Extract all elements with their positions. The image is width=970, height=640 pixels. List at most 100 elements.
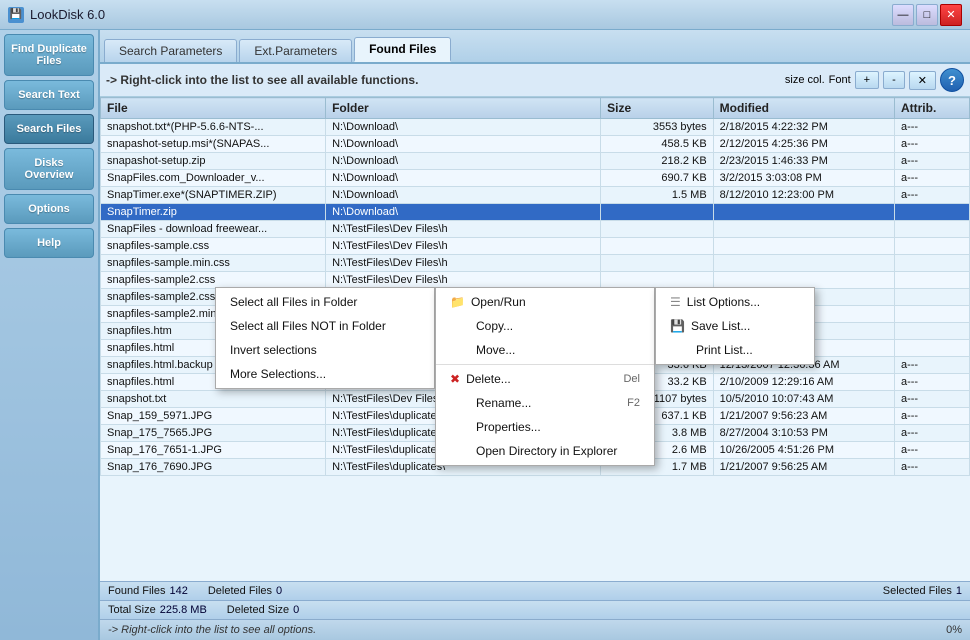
table-row[interactable]: snapashot-setup.zipN:\Download\218.2 KB2… <box>101 153 970 170</box>
size-col-label: size col. <box>785 74 825 86</box>
tab-search-parameters[interactable]: Search Parameters <box>104 39 237 62</box>
total-size-label: Total Size <box>108 604 156 616</box>
toolbar-right: size col. Font + - ✕ ? <box>785 68 964 92</box>
col-header-file[interactable]: File <box>101 98 326 119</box>
app-icon: 💾 <box>8 7 24 23</box>
deleted-size-value: 0 <box>293 604 299 616</box>
table-row[interactable]: snapashot-setup.msi*(SNAPAS...N:\Downloa… <box>101 136 970 153</box>
table-row[interactable]: snapfiles-sample2.cssN:\TestFiles\Dev Fi… <box>101 272 970 289</box>
minimize-button[interactable]: — <box>892 4 914 26</box>
tabs-bar: Search Parameters Ext.Parameters Found F… <box>100 30 970 64</box>
table-row[interactable]: snapshot.txt*(PHP-5.6.6-NTS-...N:\Downlo… <box>101 119 970 136</box>
status-deleted-files: Deleted Files 0 <box>208 585 282 597</box>
rp-save-list[interactable]: 💾 Save List... <box>656 314 814 338</box>
ctx-select-all-in-folder[interactable]: Select all Files in Folder <box>216 290 434 314</box>
sub-delete-shortcut: Del <box>623 373 640 385</box>
status-total-size: Total Size 225.8 MB <box>108 604 207 616</box>
status-selected-files: Selected Files 1 <box>883 585 962 597</box>
sub-move-label: Move... <box>476 343 515 357</box>
rp-print-list[interactable]: Print List... <box>656 338 814 362</box>
font-minus-button[interactable]: - <box>883 71 905 89</box>
col-header-modified[interactable]: Modified <box>713 98 894 119</box>
selected-files-value: 1 <box>956 585 962 597</box>
progress-pct: 0% <box>946 624 962 636</box>
sidebar-item-disks-overview[interactable]: Disks Overview <box>4 148 94 190</box>
list-icon: ☰ <box>670 295 681 309</box>
col-header-size[interactable]: Size <box>601 98 714 119</box>
ctx-more-selections[interactable]: More Selections... <box>216 362 434 386</box>
status-deleted-size: Deleted Size 0 <box>227 604 300 616</box>
status-bar-2: Total Size 225.8 MB Deleted Size 0 <box>100 600 970 619</box>
sub-copy-label: Copy... <box>476 319 513 333</box>
sub-open-dir[interactable]: Open Directory in Explorer <box>436 439 654 463</box>
title-bar-left: 💾 LookDisk 6.0 <box>8 7 105 23</box>
font-plus-button[interactable]: + <box>855 71 879 89</box>
table-row[interactable]: SnapTimer.zipN:\Download\ <box>101 204 970 221</box>
sub-properties-label: Properties... <box>476 420 541 434</box>
sub-open-run-label: Open/Run <box>471 295 526 309</box>
delete-icon: ✖ <box>450 372 460 386</box>
sub-open-run[interactable]: 📁 Open/Run <box>436 290 654 314</box>
found-files-value: 142 <box>169 585 187 597</box>
tab-found-files[interactable]: Found Files <box>354 37 451 62</box>
table-row[interactable]: SnapFiles - download freewear...N:\TestF… <box>101 221 970 238</box>
sidebar-item-search-files[interactable]: Search Files <box>4 114 94 144</box>
toolbar-hint: -> Right-click into the list to see all … <box>106 73 418 87</box>
right-panel: ☰ List Options... 💾 Save List... Print L… <box>655 287 815 365</box>
sidebar-item-options[interactable]: Options <box>4 194 94 224</box>
context-menu: Select all Files in Folder Select all Fi… <box>215 287 435 389</box>
ctx-invert-selections[interactable]: Invert selections <box>216 338 434 362</box>
table-row[interactable]: SnapTimer.exe*(SNAPTIMER.ZIP)N:\Download… <box>101 187 970 204</box>
close-panel-button[interactable]: ✕ <box>909 71 936 90</box>
sub-rename-shortcut: F2 <box>627 397 640 409</box>
total-size-value: 225.8 MB <box>160 604 207 616</box>
sub-rename-label: Rename... <box>476 396 531 410</box>
title-bar: 💾 LookDisk 6.0 — □ ✕ <box>0 0 970 30</box>
table-row[interactable]: snapfiles-sample.min.cssN:\TestFiles\Dev… <box>101 255 970 272</box>
rp-list-options-label: List Options... <box>687 295 760 309</box>
deleted-files-value: 0 <box>276 585 282 597</box>
ctx-select-not-in-folder[interactable]: Select all Files NOT in Folder <box>216 314 434 338</box>
status-bar: Found Files 142 Deleted Files 0 Selected… <box>100 581 970 600</box>
sub-delete[interactable]: ✖ Delete... Del <box>436 367 654 391</box>
maximize-button[interactable]: □ <box>916 4 938 26</box>
rp-print-list-label: Print List... <box>696 343 753 357</box>
status-found-files: Found Files 142 <box>108 585 188 597</box>
folder-icon: 📁 <box>450 295 465 309</box>
sidebar: Find Duplicate Files Search Text Search … <box>0 30 100 640</box>
deleted-size-label: Deleted Size <box>227 604 289 616</box>
sub-move[interactable]: Move... <box>436 338 654 362</box>
main-layout: Find Duplicate Files Search Text Search … <box>0 30 970 640</box>
found-files-label: Found Files <box>108 585 165 597</box>
divider-1 <box>436 364 654 365</box>
save-icon: 💾 <box>670 319 685 333</box>
table-row[interactable]: SnapFiles.com_Downloader_v...N:\Download… <box>101 170 970 187</box>
font-label: Font <box>829 74 851 86</box>
sidebar-item-search-text[interactable]: Search Text <box>4 80 94 110</box>
rp-list-options[interactable]: ☰ List Options... <box>656 290 814 314</box>
help-button[interactable]: ? <box>940 68 964 92</box>
sub-copy[interactable]: Copy... <box>436 314 654 338</box>
submenu-panel: 📁 Open/Run Copy... Move... ✖ Delete... D… <box>435 287 655 466</box>
col-header-folder[interactable]: Folder <box>326 98 601 119</box>
title-bar-buttons[interactable]: — □ ✕ <box>892 4 962 26</box>
content-area: Search Parameters Ext.Parameters Found F… <box>100 30 970 640</box>
sidebar-item-help[interactable]: Help <box>4 228 94 258</box>
window-title: LookDisk 6.0 <box>30 7 105 22</box>
col-header-attrib[interactable]: Attrib. <box>894 98 969 119</box>
bottom-hint: -> Right-click into the list to see all … <box>108 624 316 636</box>
toolbar-row: -> Right-click into the list to see all … <box>100 64 970 97</box>
tab-ext-parameters[interactable]: Ext.Parameters <box>239 39 352 62</box>
selected-files-label: Selected Files <box>883 585 952 597</box>
bottom-bar: -> Right-click into the list to see all … <box>100 619 970 640</box>
sub-delete-label: Delete... <box>466 372 511 386</box>
deleted-files-label: Deleted Files <box>208 585 272 597</box>
close-button[interactable]: ✕ <box>940 4 962 26</box>
rp-save-list-label: Save List... <box>691 319 750 333</box>
sub-open-dir-label: Open Directory in Explorer <box>476 444 617 458</box>
file-table-container: File Folder Size Modified Attrib. snapsh… <box>100 97 970 581</box>
sidebar-item-find-duplicate[interactable]: Find Duplicate Files <box>4 34 94 76</box>
sub-rename[interactable]: Rename... F2 <box>436 391 654 415</box>
table-row[interactable]: snapfiles-sample.cssN:\TestFiles\Dev Fil… <box>101 238 970 255</box>
sub-properties[interactable]: Properties... <box>436 415 654 439</box>
